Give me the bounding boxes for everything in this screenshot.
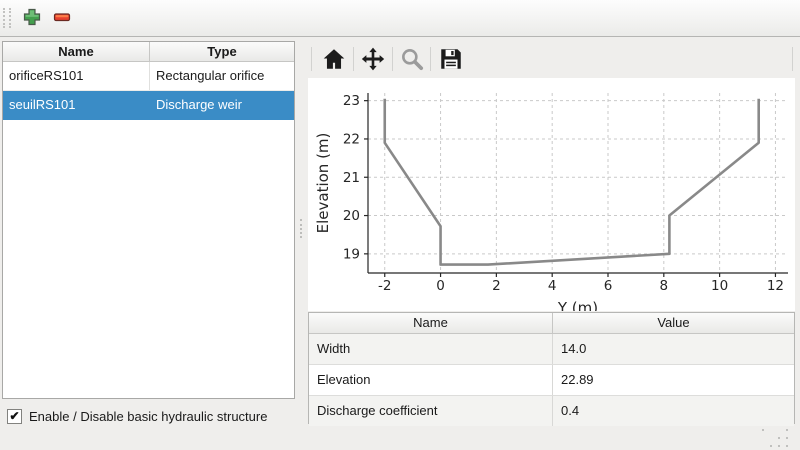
- cell-type[interactable]: Rectangular orifice: [150, 62, 294, 90]
- property-row-discharge-coefficient[interactable]: Discharge coefficient 0.4: [309, 396, 794, 426]
- toolbar-separator: [792, 47, 793, 71]
- svg-text:0: 0: [436, 278, 445, 294]
- zoom-icon: [399, 46, 425, 72]
- panel-splitter-handle-icon[interactable]: [300, 219, 304, 238]
- svg-text:2: 2: [492, 278, 501, 294]
- svg-text:19: 19: [343, 246, 360, 262]
- svg-text:8: 8: [660, 278, 669, 294]
- resize-grip-icon[interactable]: [762, 429, 792, 448]
- property-value[interactable]: 0.4: [553, 396, 794, 426]
- structures-toolbar: [0, 0, 800, 37]
- svg-text:10: 10: [711, 278, 728, 294]
- structures-table: Name Type orificeRS101 Rectangular orifi…: [2, 41, 295, 399]
- enable-structure-checkbox-row: ✔ Enable / Disable basic hydraulic struc…: [7, 409, 267, 424]
- svg-text:-2: -2: [378, 278, 391, 294]
- property-value[interactable]: 22.89: [553, 365, 794, 395]
- cell-name[interactable]: seuilRS101: [3, 91, 150, 119]
- toolbar-separator: [392, 47, 393, 71]
- home-icon: [321, 46, 347, 72]
- properties-table-header: Name Value: [309, 313, 794, 334]
- checkbox-label: Enable / Disable basic hydraulic structu…: [29, 409, 267, 424]
- property-name: Elevation: [309, 365, 553, 395]
- svg-text:Elevation (m): Elevation (m): [314, 133, 332, 234]
- property-row-width[interactable]: Width 14.0: [309, 334, 794, 365]
- toolbar-separator: [353, 47, 354, 71]
- enable-structure-checkbox[interactable]: ✔: [7, 409, 22, 424]
- properties-table: Name Value Width 14.0 Elevation 22.89 Di…: [308, 312, 795, 424]
- column-header-value[interactable]: Value: [553, 313, 794, 333]
- svg-text:6: 6: [604, 278, 613, 294]
- toolbar-separator: [430, 47, 431, 71]
- cell-type[interactable]: Discharge weir: [150, 91, 294, 119]
- plot-toolbar: [305, 42, 800, 78]
- pan-button[interactable]: [358, 44, 388, 74]
- svg-text:Y (m): Y (m): [557, 299, 598, 311]
- property-value[interactable]: 14.0: [553, 334, 794, 364]
- svg-text:21: 21: [343, 170, 360, 186]
- table-row-orifice[interactable]: orificeRS101 Rectangular orifice: [3, 62, 294, 91]
- remove-structure-button[interactable]: [50, 6, 74, 30]
- column-header-name[interactable]: Name: [3, 42, 150, 61]
- cell-name[interactable]: orificeRS101: [3, 62, 150, 90]
- property-name: Discharge coefficient: [309, 396, 553, 426]
- svg-text:12: 12: [767, 278, 784, 294]
- check-mark-icon: ✔: [9, 410, 19, 423]
- svg-text:20: 20: [343, 208, 360, 224]
- home-button[interactable]: [319, 44, 349, 74]
- zoom-button[interactable]: [397, 44, 427, 74]
- toolbar-separator: [311, 47, 312, 71]
- cross-section-chart[interactable]: -2 0 2 4 6 8 10 12 19 20 21 22 23 Elevation (m) Y (m): [308, 78, 795, 311]
- svg-text:23: 23: [343, 93, 360, 109]
- toolbar-drag-handle-icon[interactable]: [3, 8, 11, 28]
- svg-text:22: 22: [343, 131, 360, 147]
- save-button[interactable]: [436, 44, 466, 74]
- column-header-type[interactable]: Type: [150, 42, 294, 61]
- add-structure-button[interactable]: [20, 6, 44, 30]
- svg-text:4: 4: [548, 278, 557, 294]
- save-icon: [438, 46, 464, 72]
- property-row-elevation[interactable]: Elevation 22.89: [309, 365, 794, 396]
- structures-table-header: Name Type: [3, 42, 294, 62]
- plus-icon: [22, 7, 42, 27]
- property-name: Width: [309, 334, 553, 364]
- column-header-name[interactable]: Name: [309, 313, 553, 333]
- table-row-weir[interactable]: seuilRS101 Discharge weir: [3, 91, 294, 120]
- minus-icon: [52, 7, 72, 27]
- elevation-profile-plot[interactable]: -2 0 2 4 6 8 10 12 19 20 21 22 23 Elevation (m) Y (m): [308, 78, 795, 311]
- pan-icon: [360, 46, 386, 72]
